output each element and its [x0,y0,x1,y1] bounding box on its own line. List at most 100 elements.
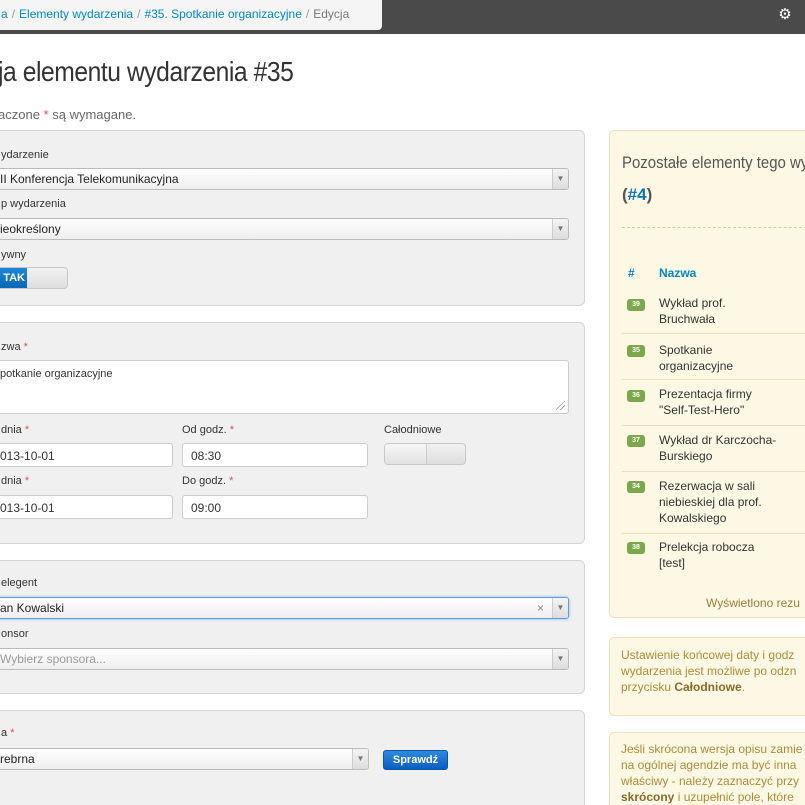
event-name: Prezentacja firmy "Self-Test-Hero" [659,386,752,418]
chevron-down-icon: ▼ [552,169,568,189]
event-id-badge: 34 [627,481,645,493]
results-summary: Wyświetlono rezu [706,596,800,610]
name-value: potkanie organizacyjne [0,368,113,380]
event-label: ydarzenie [1,149,49,161]
required-fields-note: aczone * są wymagane. [0,107,136,122]
breadcrumb-event-link[interactable]: #35. Spotkanie organizacyjne [144,7,301,21]
event-select-value: II Konferencja Telekomunikacyjna [0,172,179,186]
event-name: Prelekcja robocza [test] [659,539,754,571]
column-header-name[interactable]: Nazwa [659,266,696,280]
breadcrumb-separator: / [305,7,310,21]
time-from-input[interactable]: 08:30 [182,443,368,467]
room-select[interactable]: rebrna ▼ [0,748,369,770]
help-text-bold: skrócony [621,790,675,804]
event-name-line: organizacyjne [659,359,734,373]
time-to-label: Do godz. * [182,475,233,487]
help-text-fragment: przycisku [621,680,675,694]
event-name-line: Wykład prof. [659,296,726,310]
required-star: * [24,475,30,487]
event-select[interactable]: II Konferencja Telekomunikacyjna ▼ [0,168,569,190]
table-row[interactable]: 39 Wykład prof. Bruchwała [622,288,805,334]
event-id-badge: 37 [627,435,645,447]
required-star: * [10,727,15,739]
date-to-label: dnia * [1,475,29,487]
short-description-help-note: Jeśli skrócona wersja opisu zamie na ogó… [609,732,805,805]
top-navbar: a / Elementy wydarzenia / #35. Spotkanie org… [0,0,805,34]
help-text-line: wydarzenia jest możliwe po odzn [621,664,797,678]
sponsor-placeholder: Wybierz sponsora... [0,652,106,666]
event-name: Rezerwacja w sali niebieskiej dla prof. Ko… [659,478,762,526]
sponsor-select[interactable]: Wybierz sponsora... ▼ [0,648,569,670]
required-star: * [229,475,234,487]
clear-icon[interactable]: × [537,601,544,615]
event-name: Spotkanie organizacyjne [659,342,733,374]
all-day-help-note: Ustawienie końcowej daty i godz wydarzen… [609,637,805,716]
all-day-label: Całodniowe [384,424,442,436]
name-textarea[interactable]: potkanie organizacyjne [0,360,569,414]
event-id-badge: 38 [627,542,645,554]
event-name-line: Prezentacja firmy [659,387,752,401]
event-name: Wykład prof. Bruchwała [659,295,726,327]
time-to-label-text: Do godz. [182,475,227,487]
name-label: zwa * [1,341,28,353]
people-fieldset: elegent an Kowalski × ▼ onsor Wybierz sp… [0,560,585,694]
check-room-button[interactable]: Sprawdź [383,750,448,770]
breadcrumb-elements-link[interactable]: Elementy wydarzenia [19,7,133,21]
event-name-line: Burskiego [659,449,713,463]
time-from-label: Od godz. * [182,424,234,436]
active-toggle-on: TAK [0,268,27,288]
event-name-line: Wykład dr Karczocha- [659,433,777,447]
time-to-input[interactable]: 09:00 [182,495,368,519]
date-from-label-text: dnia [1,424,22,436]
required-note-text: aczone [0,107,44,122]
chevron-down-icon: ▼ [552,649,568,669]
breadcrumb: a / Elementy wydarzenia / #35. Spotkanie org… [0,0,382,30]
delegate-select[interactable]: an Kowalski × ▼ [0,597,569,619]
help-text-fragment: . [741,680,746,694]
count-paren: ) [646,185,653,204]
date-from-input[interactable]: 013-10-01 [0,443,173,467]
table-row[interactable]: 35 Spotkanie organizacyjne [622,334,805,380]
help-text-fragment: i uzupełnić pole, które [674,790,794,804]
chevron-down-icon: ▼ [552,219,568,239]
event-name-line: Spotkanie [659,343,713,357]
event-name-line: niebieskiej dla prof. [659,495,762,509]
event-name-line: Rezerwacja w sali [659,479,756,493]
event-type-value: ieokreślony [0,222,61,236]
event-id-badge: 39 [627,299,645,311]
settings-gear-icon[interactable]: ⚙ [777,7,793,23]
all-day-toggle-knob [385,444,427,464]
help-text: Ustawienie końcowej daty i godz wydarzen… [621,647,796,695]
table-row[interactable]: 34 Rezerwacja w sali niebieskiej dla prof… [622,472,805,534]
breadcrumb-separator: / [137,7,141,21]
resize-grip-icon[interactable] [556,401,565,410]
other-elements-panel: Pozostałe elementy tego wy (#4) # Nazwa … [609,130,805,618]
other-elements-title: Pozostałe elementy tego wy [622,153,805,172]
divider [622,227,805,228]
delegate-label: elegent [1,577,38,589]
room-label-text: a [1,727,8,739]
breadcrumb-current: Edycja [313,7,350,21]
all-day-toggle[interactable] [384,443,466,465]
count-link[interactable]: #4 [628,185,647,204]
event-type-select[interactable]: ieokreślony ▼ [0,218,569,240]
event-type-label: p wydarzenia [1,198,66,210]
room-label: a * [1,727,14,739]
table-row[interactable]: 37 Wykład dr Karczocha- Burskiego [622,426,805,472]
chevron-down-icon: ▼ [352,749,368,769]
required-star: * [229,424,234,436]
breadcrumb-home-link[interactable]: a [1,7,8,21]
chevron-down-icon: ▼ [552,598,568,618]
date-to-input[interactable]: 013-10-01 [0,495,173,519]
table-row[interactable]: 38 Prelekcja robocza [test] [622,534,805,580]
help-text-line: Ustawienie końcowej daty i godz [621,648,795,662]
table-row[interactable]: 36 Prezentacja firmy "Self-Test-Hero" [622,380,805,426]
help-text-line: na ogólnej agendzie ma być inna [621,758,797,772]
event-id-badge: 36 [627,390,645,402]
event-name-line: Prelekcja robocza [659,540,755,554]
event-name-line: Kowalskiego [659,511,727,525]
event-name-line: "Self-Test-Hero" [659,403,745,417]
room-value: rebrna [0,752,35,766]
event-id-badge: 35 [627,345,645,357]
active-toggle[interactable]: TAK [0,267,68,289]
